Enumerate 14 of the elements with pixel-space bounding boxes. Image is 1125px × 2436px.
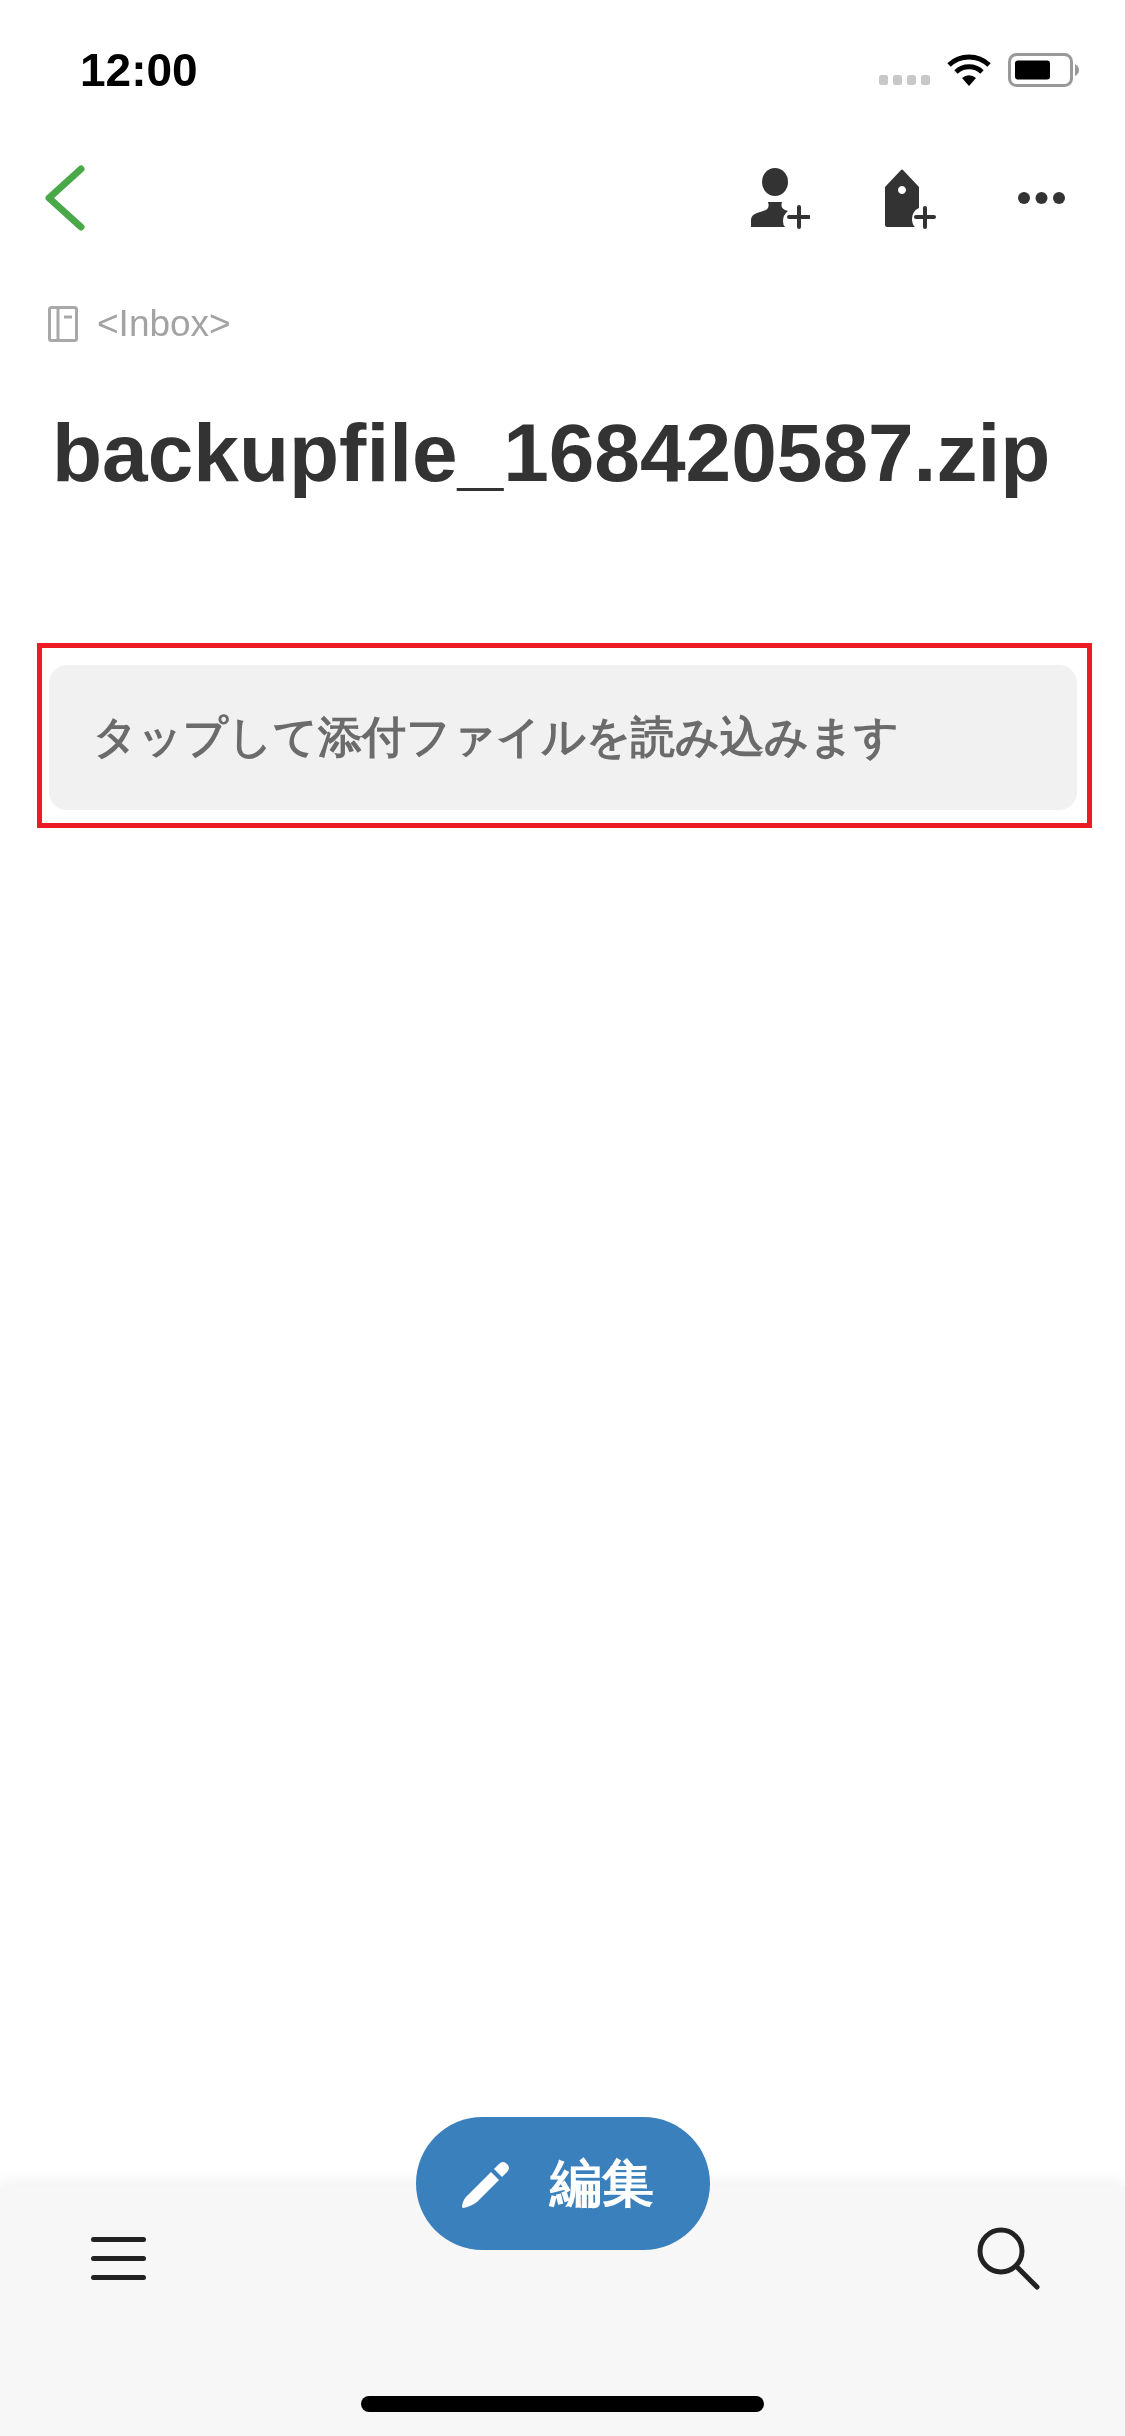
menu-icon[interactable]: [91, 2237, 146, 2280]
status-time: 12:00: [80, 43, 198, 97]
notebook-icon: [48, 306, 78, 342]
more-icon[interactable]: [1018, 191, 1065, 204]
search-icon[interactable]: [977, 2227, 1040, 2290]
wifi-icon: [946, 53, 992, 87]
edit-button[interactable]: 編集: [416, 2117, 710, 2250]
note-title: backupfile_168420587.zip: [52, 406, 1052, 500]
battery-icon: [1008, 53, 1080, 87]
add-person-icon[interactable]: [750, 166, 810, 229]
signal-icon: [879, 75, 930, 85]
notebook-link[interactable]: <Inbox>: [97, 303, 231, 345]
load-attachment-button[interactable]: タップして添付ファイルを読み込みます: [49, 665, 1077, 810]
back-icon[interactable]: [45, 164, 85, 231]
